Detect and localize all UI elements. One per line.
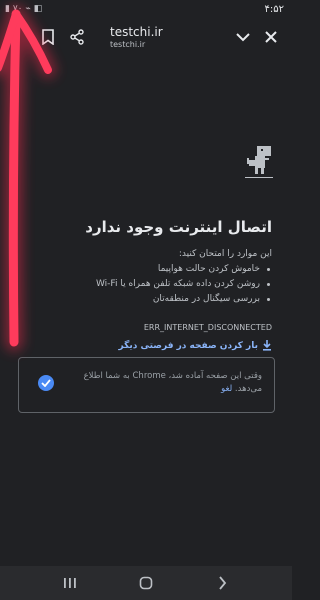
error-code: ERR_INTERNET_DISCONNECTED: [143, 323, 272, 332]
list-item: خاموش کردن حالت هواپیما: [42, 262, 272, 277]
error-title: اتصال اینترنت وجود ندارد: [85, 218, 272, 236]
home-icon[interactable]: [134, 573, 158, 593]
status-clock: ۴:۵۲: [264, 4, 284, 15]
custom-tab-toolbar: testchi.ir testchi.ir: [0, 20, 292, 56]
status-bar: ▮ ٧٠ ⌁ ◧ ۴:۵۲: [0, 0, 292, 20]
dino-icon[interactable]: [245, 146, 273, 184]
chevron-down-icon[interactable]: [232, 26, 254, 48]
page-url: testchi.ir: [110, 40, 146, 49]
suggestion-list: خاموش کردن حالت هواپیما روشن کردن داده ش…: [42, 262, 272, 307]
check-circle-icon: [38, 375, 54, 391]
list-item: بررسی سیگنال در منطقه‌تان: [42, 292, 272, 307]
system-nav-bar: [0, 566, 292, 600]
close-icon[interactable]: [260, 26, 282, 48]
back-icon[interactable]: [210, 573, 234, 593]
download-later-label: بار کردن صفحه در فرصتی دیگر: [118, 340, 258, 351]
notify-card: وقتی این صفحه آماده شد، Chrome به شما اط…: [18, 357, 275, 413]
notify-message: وقتی این صفحه آماده شد، Chrome به شما اط…: [83, 371, 262, 394]
cancel-link[interactable]: لغو: [221, 384, 232, 394]
page-title: testchi.ir: [110, 25, 163, 39]
download-icon: [262, 336, 272, 355]
bookmark-icon[interactable]: [37, 26, 59, 48]
status-icons: ▮ ٧٠ ⌁ ◧: [5, 4, 43, 14]
recent-apps-icon[interactable]: [58, 573, 82, 593]
try-text: این موارد را امتحان کنید:: [178, 249, 272, 259]
download-later-link[interactable]: بار کردن صفحه در فرصتی دیگر: [119, 336, 272, 355]
share-icon[interactable]: [66, 26, 88, 48]
list-item: روشن کردن داده شبکه تلفن همراه یا Wi-Fi: [42, 277, 272, 292]
notify-text: وقتی این صفحه آماده شد، Chrome به شما اط…: [82, 370, 262, 396]
